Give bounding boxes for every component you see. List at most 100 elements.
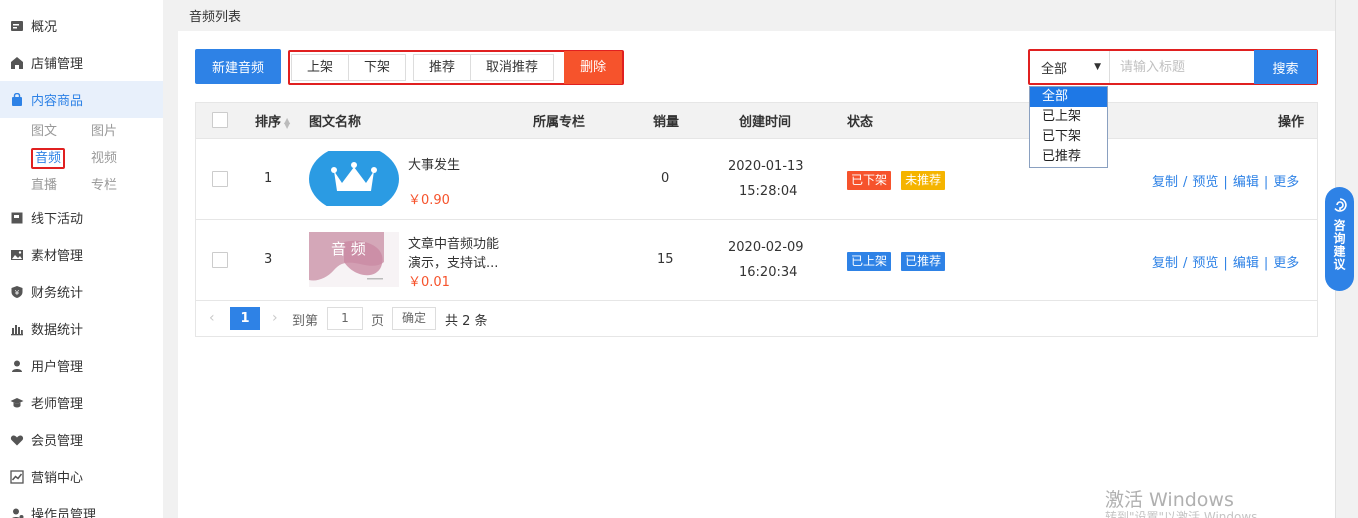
status-column-header: 状态 — [847, 115, 874, 130]
copy-link[interactable]: 复制 — [1152, 256, 1178, 271]
sidebar-item-data[interactable]: 数据统计 — [0, 310, 163, 347]
row-title[interactable]: 大事发生 — [408, 154, 460, 173]
status-filter-dropdown: 全部 已上架 已下架 已推荐 — [1029, 86, 1108, 168]
page-unit-label: 页 — [371, 314, 385, 329]
sidebar-item-teachers[interactable]: 老师管理 — [0, 384, 163, 421]
submenu-item-live[interactable]: 直播 — [31, 172, 91, 199]
sidebar-item-label: 内容商品 — [31, 94, 84, 109]
delete-button[interactable]: 删除 — [564, 51, 623, 84]
status-filter-value: 全部 — [1041, 61, 1068, 77]
on-shelf-badge: 已上架 — [847, 252, 892, 271]
submenu-item-audio[interactable]: 音频 — [31, 145, 91, 172]
sidebar-item-shop[interactable]: 店铺管理 — [0, 44, 163, 81]
preview-link[interactable]: 预览 — [1192, 175, 1218, 190]
row-sales: 15 — [657, 252, 674, 267]
sidebar-item-overview[interactable]: 概况 — [0, 7, 163, 44]
submenu-item-image[interactable]: 图片 — [91, 118, 151, 145]
preview-link[interactable]: 预览 — [1192, 256, 1218, 271]
row-sort: 3 — [264, 252, 273, 267]
prev-page-icon[interactable]: ‹ — [209, 310, 215, 326]
sidebar-item-content[interactable]: 内容商品 — [0, 81, 163, 118]
sidebar-item-users[interactable]: 用户管理 — [0, 347, 163, 384]
sidebar-item-members[interactable]: 会员管理 — [0, 421, 163, 458]
sidebar-item-label: 会员管理 — [31, 434, 84, 449]
more-link[interactable]: 更多 — [1273, 256, 1299, 271]
name-column-header: 图文名称 — [309, 115, 362, 130]
page-number-current[interactable]: 1 — [230, 307, 260, 330]
row-title[interactable]: 文章中音频功能 演示，支持试... — [408, 235, 499, 273]
off-shelf-button[interactable]: 下架 — [348, 54, 407, 81]
sidebar-item-material[interactable]: 素材管理 — [0, 236, 163, 273]
off-shelf-badge: 已下架 — [847, 171, 892, 190]
sidebar-item-operators[interactable]: 操作员管理 — [0, 495, 163, 518]
filter-option-on-shelf[interactable]: 已上架 — [1030, 107, 1107, 127]
content-panel: 新建音频 上架 下架 推荐 取消推荐 删除 全部 ▼ 搜索 全部 已上架 已下架… — [178, 31, 1335, 518]
separator: / — [1183, 256, 1188, 271]
filter-option-all[interactable]: 全部 — [1030, 87, 1107, 107]
audio-thumbnail[interactable]: 音 频 — [309, 232, 399, 287]
table-header: 排序 ▲ ▼ 图文名称 所属专栏 销量 创建时间 状态 操作 — [196, 103, 1317, 138]
windows-activation-watermark-sub: 转到"设置"以激活 Windows。 — [1105, 510, 1270, 518]
sidebar-item-label: 线下活动 — [31, 212, 84, 227]
row-status: 已下架 未推荐 — [847, 171, 946, 190]
created-column-header: 创建时间 — [739, 115, 792, 130]
new-audio-button[interactable]: 新建音频 — [195, 49, 281, 84]
audio-thumbnail[interactable] — [309, 145, 399, 213]
submenu-item-video[interactable]: 视频 — [91, 145, 151, 172]
pagination: ‹ 1 › 到第 1 页 确定 共 2 条 — [196, 300, 1317, 336]
not-recommended-badge: 未推荐 — [901, 171, 946, 190]
copy-link[interactable]: 复制 — [1152, 175, 1178, 190]
submenu-item-article[interactable]: 图文 — [31, 118, 91, 145]
row-checkbox[interactable] — [212, 171, 228, 187]
title-search-input[interactable] — [1110, 51, 1254, 83]
bar-chart-icon — [10, 322, 24, 336]
sort-arrows-icon: ▲ ▼ — [284, 115, 291, 130]
more-link[interactable]: 更多 — [1273, 175, 1299, 190]
sidebar-item-label: 用户管理 — [31, 360, 84, 375]
next-page-icon[interactable]: › — [272, 310, 278, 326]
trend-chart-icon — [10, 469, 24, 484]
feedback-label: 咨询建议 — [1332, 219, 1346, 271]
separator: | — [1223, 175, 1228, 190]
page-jump-input[interactable]: 1 — [327, 307, 363, 330]
content-submenu: 图文 图片 音频 视频 直播 专栏 — [0, 118, 163, 199]
recommended-badge: 已推荐 — [901, 252, 946, 271]
feedback-button[interactable]: 咨询建议 — [1325, 187, 1354, 291]
table-row: 3 音 频 文章中音频功能 演示，支持试... ￥0.01 15 2020-02… — [196, 219, 1317, 300]
filter-option-off-shelf[interactable]: 已下架 — [1030, 127, 1107, 147]
row-created-date: 2020-02-09 — [728, 240, 804, 255]
search-button[interactable]: 搜索 — [1254, 50, 1317, 84]
row-price: ￥0.01 — [408, 275, 450, 290]
column-column-header: 所属专栏 — [533, 115, 586, 130]
select-all-checkbox[interactable] — [212, 112, 228, 128]
sidebar-item-label: 店铺管理 — [31, 57, 84, 72]
sidebar-item-finance[interactable]: ¥ 财务统计 — [0, 273, 163, 310]
page-jump-confirm-button[interactable]: 确定 — [392, 307, 436, 330]
home-icon — [10, 56, 24, 70]
sort-header-label: 排序 — [255, 115, 282, 130]
sidebar-item-marketing[interactable]: 营销中心 — [0, 458, 163, 495]
row-checkbox[interactable] — [212, 252, 228, 268]
submenu-item-column[interactable]: 专栏 — [91, 172, 151, 199]
graduation-cap-icon — [10, 396, 24, 410]
sales-column-header: 销量 — [653, 115, 680, 130]
sidebar-item-label: 概况 — [31, 20, 58, 35]
sidebar-item-label: 数据统计 — [31, 323, 84, 338]
filter-option-recommended[interactable]: 已推荐 — [1030, 147, 1107, 167]
list-icon — [10, 19, 24, 33]
row-created-date: 2020-01-13 — [728, 159, 804, 174]
sort-column-header[interactable]: 排序 ▲ ▼ — [255, 111, 290, 130]
status-filter-select[interactable]: 全部 ▼ — [1030, 51, 1110, 83]
separator: / — [1183, 175, 1188, 190]
row-created-time: 16:20:34 — [739, 265, 798, 280]
row-status: 已上架 已推荐 — [847, 252, 946, 271]
yen-shield-icon: ¥ — [10, 285, 24, 299]
on-shelf-button[interactable]: 上架 — [291, 54, 350, 81]
recommend-button[interactable]: 推荐 — [413, 54, 472, 81]
edit-link[interactable]: 编辑 — [1233, 175, 1259, 190]
sidebar-item-label: 素材管理 — [31, 249, 84, 264]
sidebar-item-offline[interactable]: 线下活动 — [0, 199, 163, 236]
edit-link[interactable]: 编辑 — [1233, 256, 1259, 271]
cancel-recommend-button[interactable]: 取消推荐 — [470, 54, 555, 81]
row-title-line1: 文章中音频功能 — [408, 237, 500, 252]
